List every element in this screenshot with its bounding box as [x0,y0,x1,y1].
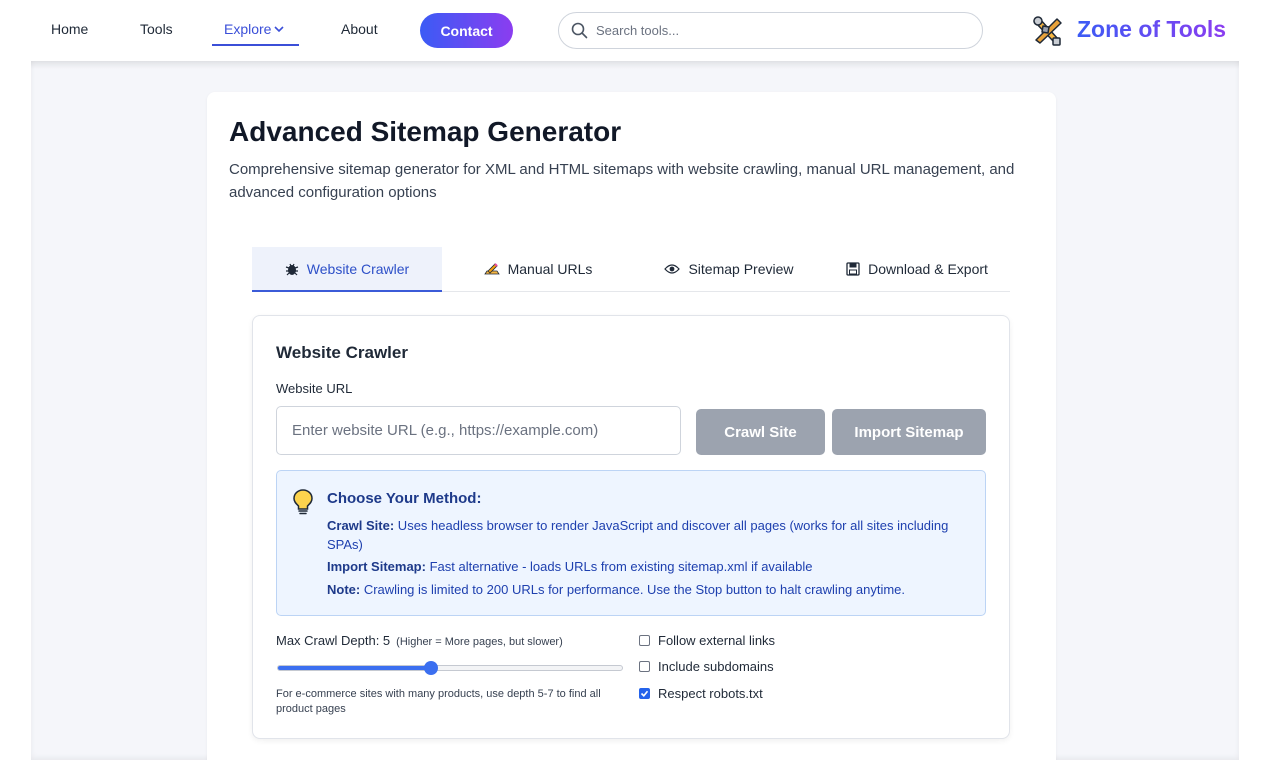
tools-logo-icon [1033,16,1062,46]
website-url-input[interactable] [276,406,681,455]
respect-robots-option[interactable]: Respect robots.txt [639,686,763,701]
search-icon [571,22,588,39]
info-text: Fast alternative - loads URLs from exist… [425,559,813,574]
nav-explore-dropdown[interactable]: Explore [224,21,285,37]
top-navbar: Home Tools Explore About Contact Zone of… [0,0,1270,61]
eye-icon [664,263,681,275]
tab-bar: Website Crawler Manual URLs Sitemap Prev… [252,247,1010,292]
search-box[interactable] [558,12,983,49]
tab-website-crawler[interactable]: Website Crawler [252,247,442,292]
pencil-icon [483,262,500,276]
follow-external-links-option[interactable]: Follow external links [639,633,775,648]
tab-label: Manual URLs [507,261,593,277]
option-label: Include subdomains [658,659,774,674]
crawl-site-button[interactable]: Crawl Site [696,409,825,455]
tab-manual-urls[interactable]: Manual URLs [442,247,634,291]
max-crawl-depth-label: Max Crawl Depth: 5 (Higher = More pages, … [276,633,563,648]
depth-label-text: Max Crawl Depth: 5 [276,633,391,648]
option-label: Follow external links [658,633,776,648]
nav-about-link[interactable]: About [341,21,378,37]
header-shadow [31,61,1239,69]
depth-hint: (Higher = More pages, but slower) [396,636,563,648]
checkmark-icon [640,690,649,697]
info-text: Crawling is limited to 200 URLs for perf… [360,582,906,597]
nav-tools-link[interactable]: Tools [140,21,173,37]
tab-label: Sitemap Preview [688,261,794,277]
nav-active-underline [212,44,299,46]
brand-name[interactable]: Zone of Tools [1077,16,1226,43]
lightbulb-icon [293,489,313,515]
nav-explore-label: Explore [224,21,272,37]
info-term: Import Sitemap: [327,559,426,574]
tab-label: Download & Export [868,261,988,277]
respect-robots-checkbox[interactable] [639,688,650,699]
nav-home-link[interactable]: Home [51,21,88,37]
slider-thumb[interactable] [423,661,438,675]
info-term: Note: [327,582,361,597]
info-crawl-site: Crawl Site: Uses headless browser to ren… [327,516,967,554]
info-import-sitemap: Import Sitemap: Fast alternative - loads… [327,557,967,576]
bug-icon [285,262,299,276]
tab-sitemap-preview[interactable]: Sitemap Preview [634,247,824,291]
slider-fill [278,666,431,670]
include-subdomains-option[interactable]: Include subdomains [639,659,774,674]
option-label: Respect robots.txt [658,686,763,701]
crawler-panel-title: Website Crawler [276,343,408,362]
chevron-down-icon [274,26,285,33]
contact-button[interactable]: Contact [420,13,513,48]
page-description: Comprehensive sitemap generator for XML … [229,161,1015,201]
info-text: Uses headless browser to render JavaScri… [327,518,949,552]
info-term: Crawl Site: [327,518,395,533]
save-icon [846,262,860,276]
website-url-label: Website URL [276,381,353,396]
tab-label: Website Crawler [306,260,410,277]
follow-external-links-checkbox[interactable] [639,635,650,646]
tab-download-export[interactable]: Download & Export [824,247,1010,291]
search-input[interactable] [596,23,966,38]
page-title: Advanced Sitemap Generator [229,116,622,147]
import-sitemap-button[interactable]: Import Sitemap [832,409,986,455]
depth-note: For e-commerce sites with many products,… [276,688,601,715]
crawl-depth-slider[interactable] [277,661,623,675]
info-note: Note: Crawling is limited to 200 URLs fo… [327,580,967,599]
info-title: Choose Your Method: [327,490,482,507]
include-subdomains-checkbox[interactable] [639,661,650,672]
